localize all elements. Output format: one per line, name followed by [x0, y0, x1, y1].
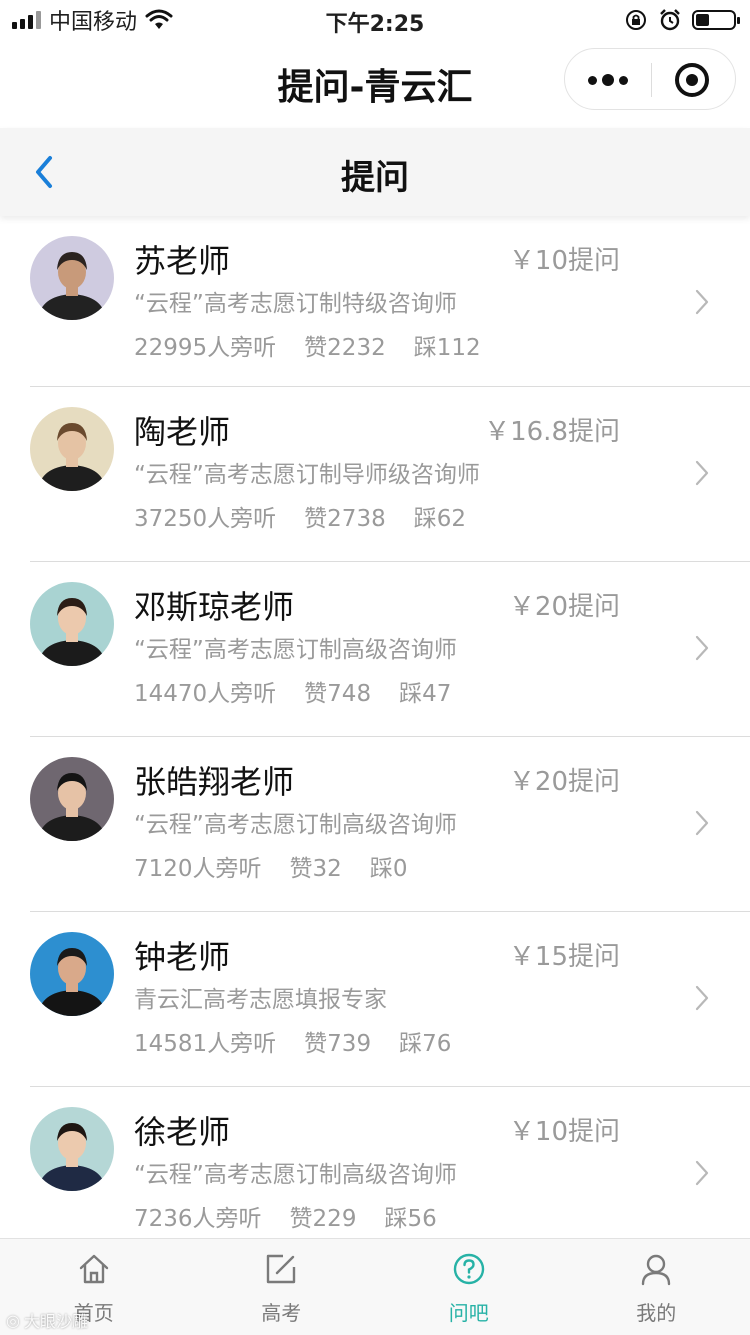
listener-count: 14470人旁听 — [134, 674, 276, 708]
avatar — [30, 1107, 114, 1191]
app-title-bar: 提问-青云汇 — [0, 40, 750, 128]
user-icon — [638, 1251, 674, 1287]
teacher-stats: 22995人旁听 赞2232 踩112 — [134, 328, 481, 362]
like-count: 赞229 — [290, 1199, 357, 1233]
capsule-menu — [564, 48, 736, 110]
dislike-count: 踩62 — [414, 499, 466, 533]
avatar — [30, 757, 114, 841]
tab-label: 高考 — [188, 1297, 376, 1326]
question-price: ￥20提问 — [509, 586, 620, 623]
dislike-count: 踩76 — [399, 1024, 451, 1058]
home-icon — [76, 1251, 112, 1287]
close-miniprogram-icon[interactable] — [675, 63, 709, 97]
like-count: 赞739 — [304, 1024, 371, 1058]
question-price: ￥10提问 — [509, 1111, 620, 1148]
teacher-list-item[interactable]: 徐老师 ￥10提问 “云程”高考志愿订制高级咨询师 7236人旁听 赞229 踩… — [30, 1087, 750, 1238]
chevron-right-icon — [694, 1159, 710, 1187]
tab-gaokao[interactable]: 高考 — [188, 1239, 376, 1335]
teacher-name: 邓斯琼老师 — [134, 582, 294, 628]
avatar — [30, 932, 114, 1016]
tab-bar: 首页 高考 问吧 我的 — [0, 1238, 750, 1335]
teacher-title: 青云汇高考志愿填报专家 — [134, 980, 484, 1014]
like-count: 赞2232 — [304, 328, 386, 362]
teacher-stats: 14470人旁听 赞748 踩47 — [134, 674, 451, 708]
avatar — [30, 236, 114, 320]
question-price: ￥10提问 — [509, 240, 620, 277]
like-count: 赞748 — [304, 674, 371, 708]
battery-icon — [692, 10, 736, 30]
avatar — [30, 407, 114, 491]
chevron-right-icon — [694, 634, 710, 662]
listener-count: 7120人旁听 — [134, 849, 262, 883]
teacher-title: “云程”高考志愿订制特级咨询师 — [134, 284, 484, 318]
alarm-icon — [658, 8, 682, 32]
like-count: 赞32 — [290, 849, 342, 883]
teacher-name: 张皓翔老师 — [134, 757, 294, 803]
dislike-count: 踩0 — [370, 849, 408, 883]
teacher-list-item[interactable]: 陶老师 ￥16.8提问 “云程”高考志愿订制导师级咨询师 37250人旁听 赞2… — [30, 387, 750, 562]
question-price: ￥16.8提问 — [484, 411, 620, 448]
teacher-stats: 37250人旁听 赞2738 踩62 — [134, 499, 466, 533]
teacher-stats: 7236人旁听 赞229 踩56 — [134, 1199, 437, 1233]
page-nav-bar: 提问 — [0, 128, 750, 216]
chevron-right-icon — [694, 984, 710, 1012]
dislike-count: 踩56 — [384, 1199, 436, 1233]
teacher-list-item[interactable]: 钟老师 ￥15提问 青云汇高考志愿填报专家 14581人旁听 赞739 踩76 — [30, 912, 750, 1087]
teacher-list: 苏老师 ￥10提问 “云程”高考志愿订制特级咨询师 22995人旁听 赞2232… — [0, 216, 750, 1238]
teacher-title: “云程”高考志愿订制高级咨询师 — [134, 630, 484, 664]
teacher-title: “云程”高考志愿订制高级咨询师 — [134, 1155, 484, 1189]
teacher-name: 陶老师 — [134, 407, 230, 453]
teacher-name: 钟老师 — [134, 932, 230, 978]
watermark: ◎ 大眼沙雕 — [6, 1308, 88, 1332]
watermark-logo-icon: ◎ — [6, 1311, 20, 1330]
question-price: ￥20提问 — [509, 761, 620, 798]
status-right — [624, 6, 736, 34]
teacher-stats: 7120人旁听 赞32 踩0 — [134, 849, 407, 883]
page-title: 提问 — [0, 150, 750, 199]
watermark-text: 大眼沙雕 — [24, 1308, 88, 1332]
teacher-list-item[interactable]: 张皓翔老师 ￥20提问 “云程”高考志愿订制高级咨询师 7120人旁听 赞32 … — [30, 737, 750, 912]
more-dot-icon — [619, 76, 628, 85]
more-dot-icon — [602, 74, 614, 86]
teacher-name: 徐老师 — [134, 1107, 230, 1153]
tab-label: 问吧 — [375, 1297, 563, 1326]
capsule-divider — [651, 63, 652, 97]
like-count: 赞2738 — [304, 499, 386, 533]
rotation-lock-icon — [624, 8, 648, 32]
dislike-count: 踩47 — [399, 674, 451, 708]
tab-label: 我的 — [563, 1297, 750, 1326]
tab-mine[interactable]: 我的 — [563, 1239, 750, 1335]
question-price: ￥15提问 — [509, 936, 620, 973]
teacher-title: “云程”高考志愿订制导师级咨询师 — [134, 455, 484, 489]
more-dot-icon — [588, 76, 597, 85]
tab-wenba[interactable]: 问吧 — [375, 1239, 563, 1335]
dislike-count: 踩112 — [414, 328, 481, 362]
listener-count: 37250人旁听 — [134, 499, 276, 533]
more-button[interactable] — [565, 49, 651, 111]
teacher-stats: 14581人旁听 赞739 踩76 — [134, 1024, 451, 1058]
teacher-name: 苏老师 — [134, 236, 230, 282]
avatar — [30, 582, 114, 666]
listener-count: 14581人旁听 — [134, 1024, 276, 1058]
edit-icon — [263, 1251, 299, 1287]
status-bar: 中国移动 下午2:25 — [0, 0, 750, 40]
teacher-title: “云程”高考志愿订制高级咨询师 — [134, 805, 484, 839]
teacher-list-item[interactable]: 邓斯琼老师 ￥20提问 “云程”高考志愿订制高级咨询师 14470人旁听 赞74… — [30, 562, 750, 737]
chevron-right-icon — [694, 288, 710, 316]
teacher-list-item[interactable]: 苏老师 ￥10提问 “云程”高考志愿订制特级咨询师 22995人旁听 赞2232… — [30, 216, 750, 387]
listener-count: 22995人旁听 — [134, 328, 276, 362]
question-icon — [451, 1251, 487, 1287]
chevron-right-icon — [694, 459, 710, 487]
chevron-right-icon — [694, 809, 710, 837]
listener-count: 7236人旁听 — [134, 1199, 262, 1233]
